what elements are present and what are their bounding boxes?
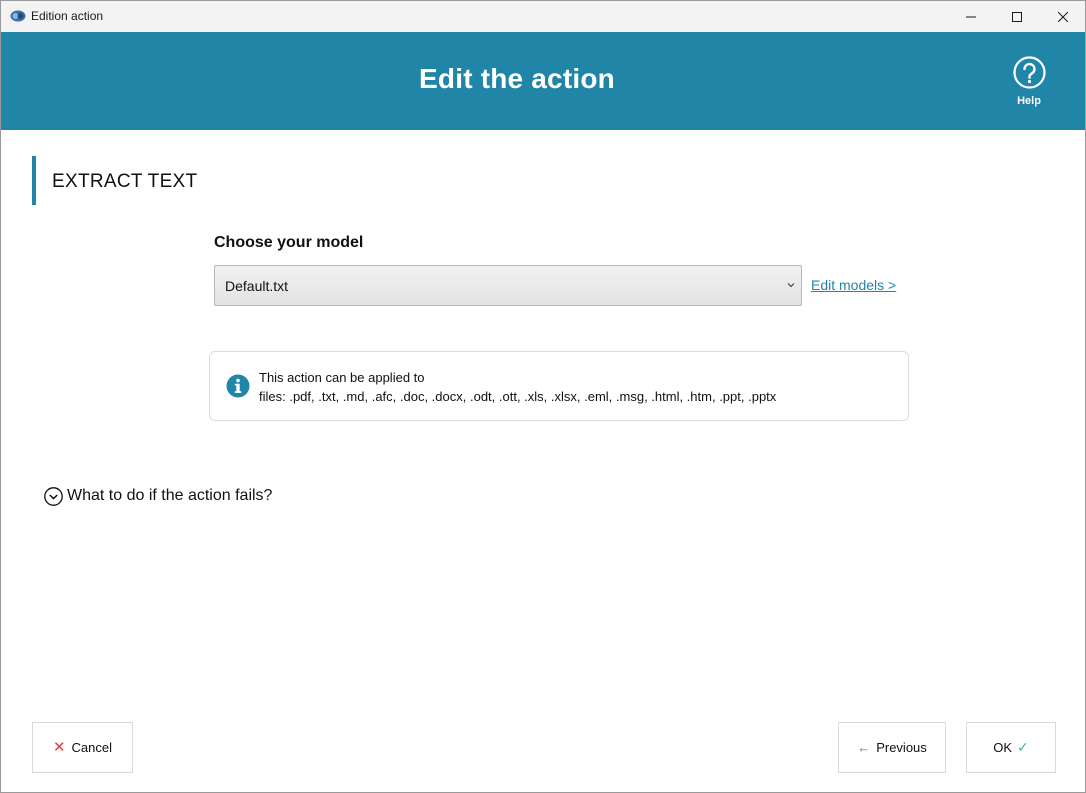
page-title: Edit the action [419, 63, 615, 94]
previous-button[interactable]: ← Previous [838, 722, 946, 773]
title-bar: Edition action [1, 1, 1085, 32]
info-text-line2: files: .pdf, .txt, .md, .afc, .doc, .doc… [259, 389, 777, 404]
section-accent-bar [32, 156, 36, 205]
x-icon: ✕ [52, 739, 66, 756]
chevron-down-icon [787, 283, 795, 288]
edit-models-link[interactable]: Edit models > [811, 277, 896, 293]
maximize-button[interactable] [994, 1, 1040, 32]
window-title: Edition action [31, 9, 104, 23]
info-text-line1: This action can be applied to [259, 370, 425, 385]
model-select[interactable]: Default.txt [214, 265, 802, 306]
page-header: Edit the action Help [1, 32, 1085, 130]
minimize-button[interactable] [948, 1, 994, 32]
model-selected-value: Default.txt [225, 278, 289, 294]
help-label: Help [1017, 95, 1041, 107]
ok-button[interactable]: OK ✓ [966, 722, 1056, 773]
edition-action-window: Edition action Edit the action Help EXTR… [0, 0, 1086, 793]
ok-label: OK [993, 740, 1013, 755]
maximize-icon [1012, 11, 1022, 22]
check-icon: ✓ [1017, 739, 1029, 755]
app-icon [10, 10, 26, 22]
failure-options-toggle[interactable]: What to do if the action fails? [44, 486, 272, 506]
failure-options-label: What to do if the action fails? [67, 487, 273, 504]
chevron-down-circle-icon [44, 486, 63, 506]
close-window-button[interactable] [1040, 1, 1086, 32]
close-icon [1058, 11, 1068, 22]
cancel-label: Cancel [71, 740, 113, 755]
arrow-left-icon: ← [857, 740, 871, 755]
info-box: This action can be applied to files: .pd… [209, 351, 909, 421]
cancel-button[interactable]: ✕ Cancel [32, 722, 133, 773]
help-circle-icon [1012, 56, 1046, 89]
minimize-icon [966, 16, 976, 17]
info-icon [226, 374, 250, 398]
section-title: EXTRACT TEXT [52, 171, 198, 192]
help-button[interactable]: Help [1009, 56, 1049, 107]
model-label: Choose your model [214, 234, 364, 251]
previous-label: Previous [876, 740, 927, 755]
